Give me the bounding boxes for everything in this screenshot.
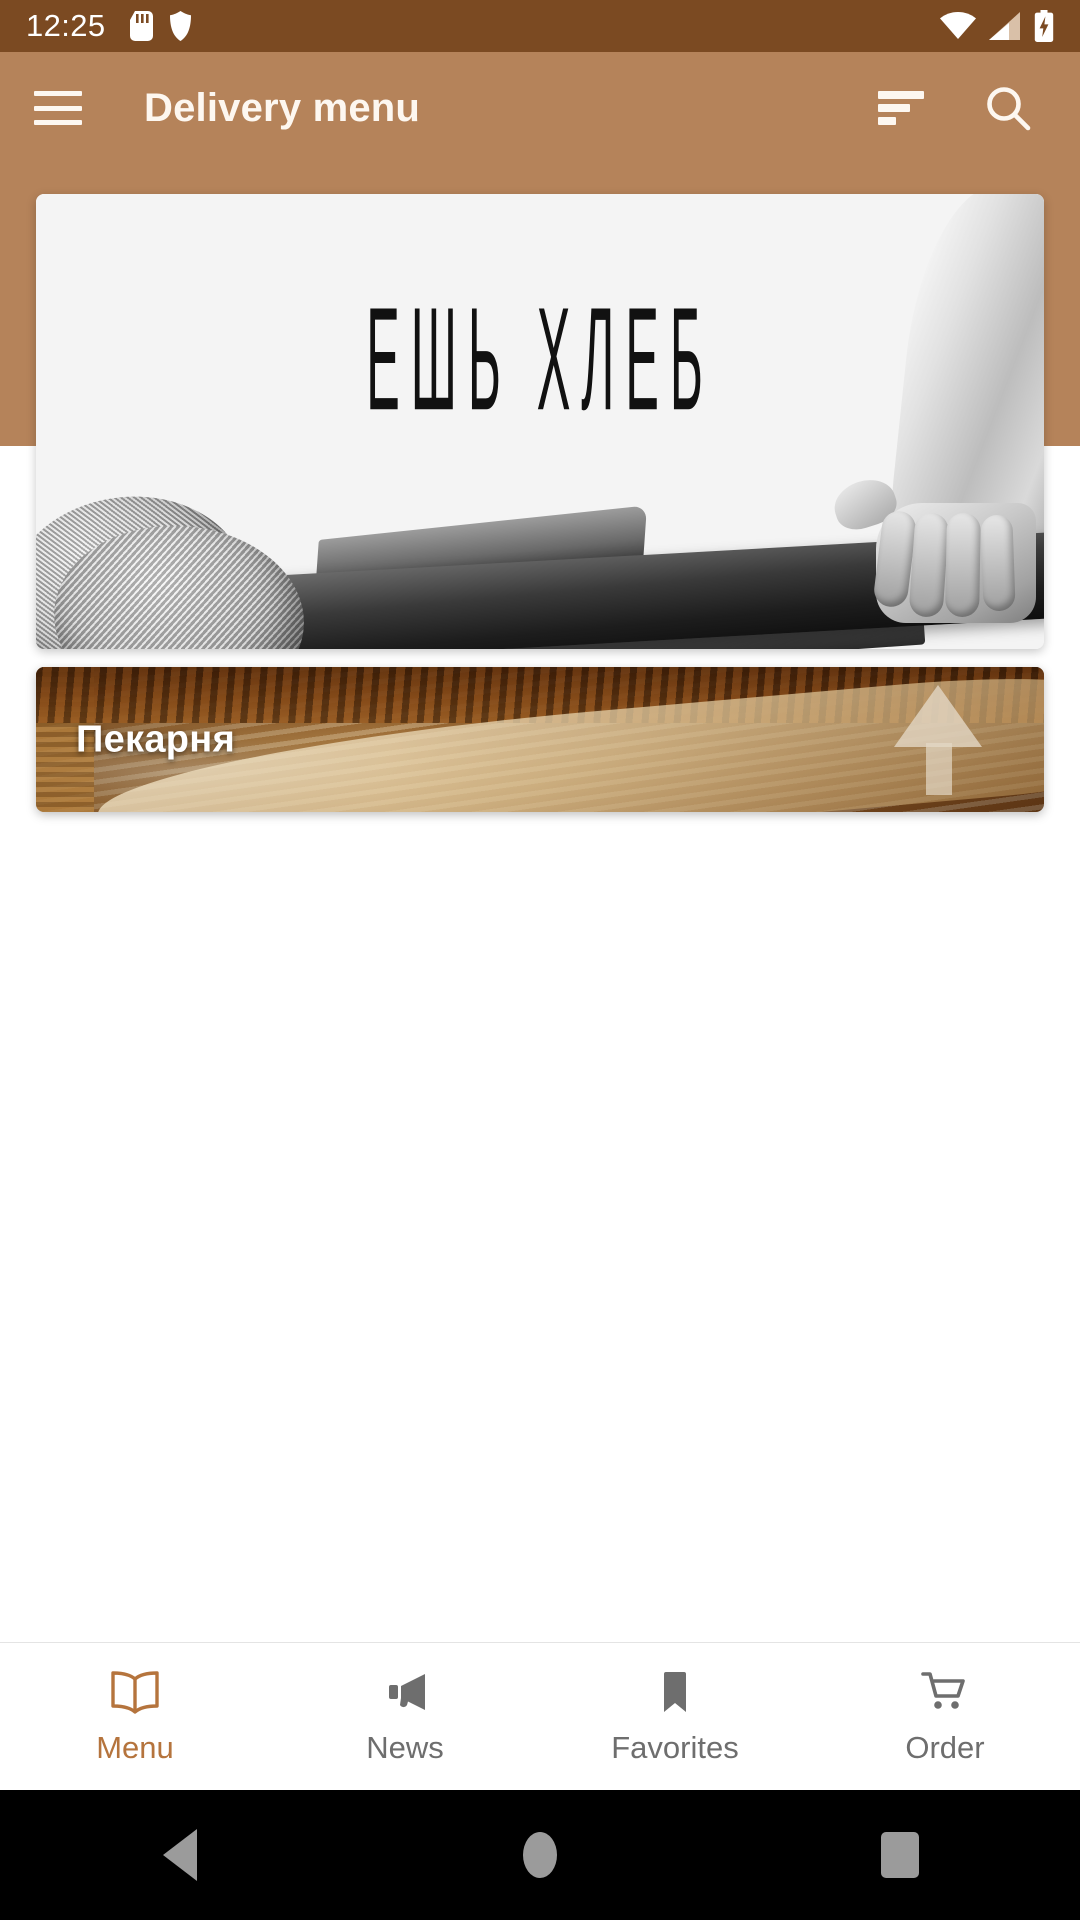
content-area: ЕШЬ ХЛЕБ Пекарня <box>0 164 1080 1642</box>
cellular-signal-icon <box>989 12 1020 40</box>
bottom-navigation-bar: Menu News Favorites Order <box>0 1642 1080 1790</box>
open-book-icon <box>109 1668 161 1716</box>
sort-line <box>878 117 896 125</box>
hamburger-menu-icon[interactable] <box>34 91 82 125</box>
home-button[interactable] <box>480 1795 600 1915</box>
category-card-arrow-stem <box>926 743 952 795</box>
shopping-cart-icon <box>919 1668 971 1716</box>
cards-container: ЕШЬ ХЛЕБ Пекарня <box>0 164 1080 812</box>
hero-banner-headline: ЕШЬ ХЛЕБ <box>366 277 714 441</box>
nav-item-label: Favorites <box>611 1729 739 1765</box>
phone-screen: 12:25 Delivery menu ЕШЬ ХЛЕБ Пекарня Men… <box>0 0 1080 1920</box>
status-bar-left-icons <box>129 11 192 41</box>
battery-charging-icon <box>1034 10 1054 42</box>
category-card-bakery[interactable]: Пекарня <box>36 667 1044 812</box>
sort-line <box>878 104 910 112</box>
status-bar-right-icons <box>940 10 1054 42</box>
sort-line <box>878 91 924 99</box>
app-bar-actions <box>878 84 1032 132</box>
recents-button[interactable] <box>840 1795 960 1915</box>
hamburger-line <box>34 91 82 96</box>
hand-finger <box>908 511 950 619</box>
system-navigation-bar <box>0 1790 1080 1920</box>
hero-banner-card[interactable]: ЕШЬ ХЛЕБ <box>36 194 1044 649</box>
nav-item-label: Menu <box>96 1729 174 1765</box>
status-bar-clock: 12:25 <box>26 8 106 43</box>
wifi-icon <box>940 12 976 39</box>
hand-finger <box>945 512 981 618</box>
app-bar: Delivery menu <box>0 52 1080 164</box>
nav-item-order[interactable]: Order <box>810 1668 1080 1766</box>
bookmark-icon <box>649 1668 701 1716</box>
nav-item-label: Order <box>905 1729 985 1765</box>
back-button[interactable] <box>120 1795 240 1915</box>
triangle-back-icon <box>163 1829 197 1881</box>
circle-home-icon <box>523 1832 557 1878</box>
search-icon[interactable] <box>984 84 1032 132</box>
sort-icon[interactable] <box>878 91 924 125</box>
sd-card-icon <box>129 11 153 41</box>
status-bar: 12:25 <box>0 0 1080 52</box>
category-card-label: Пекарня <box>76 718 236 760</box>
hand-finger <box>980 514 1016 612</box>
nav-item-menu[interactable]: Menu <box>0 1668 270 1766</box>
megaphone-icon <box>379 1668 431 1716</box>
baker-hand <box>828 472 1036 623</box>
shield-icon <box>169 11 191 41</box>
category-card-arrow-graphic <box>894 685 982 747</box>
hamburger-line <box>34 105 82 111</box>
page-title: Delivery menu <box>144 85 421 130</box>
nav-item-news[interactable]: News <box>270 1668 540 1766</box>
nav-item-label: News <box>366 1729 444 1765</box>
nav-item-favorites[interactable]: Favorites <box>540 1668 810 1766</box>
square-recents-icon <box>881 1832 919 1878</box>
hamburger-line <box>34 120 82 125</box>
